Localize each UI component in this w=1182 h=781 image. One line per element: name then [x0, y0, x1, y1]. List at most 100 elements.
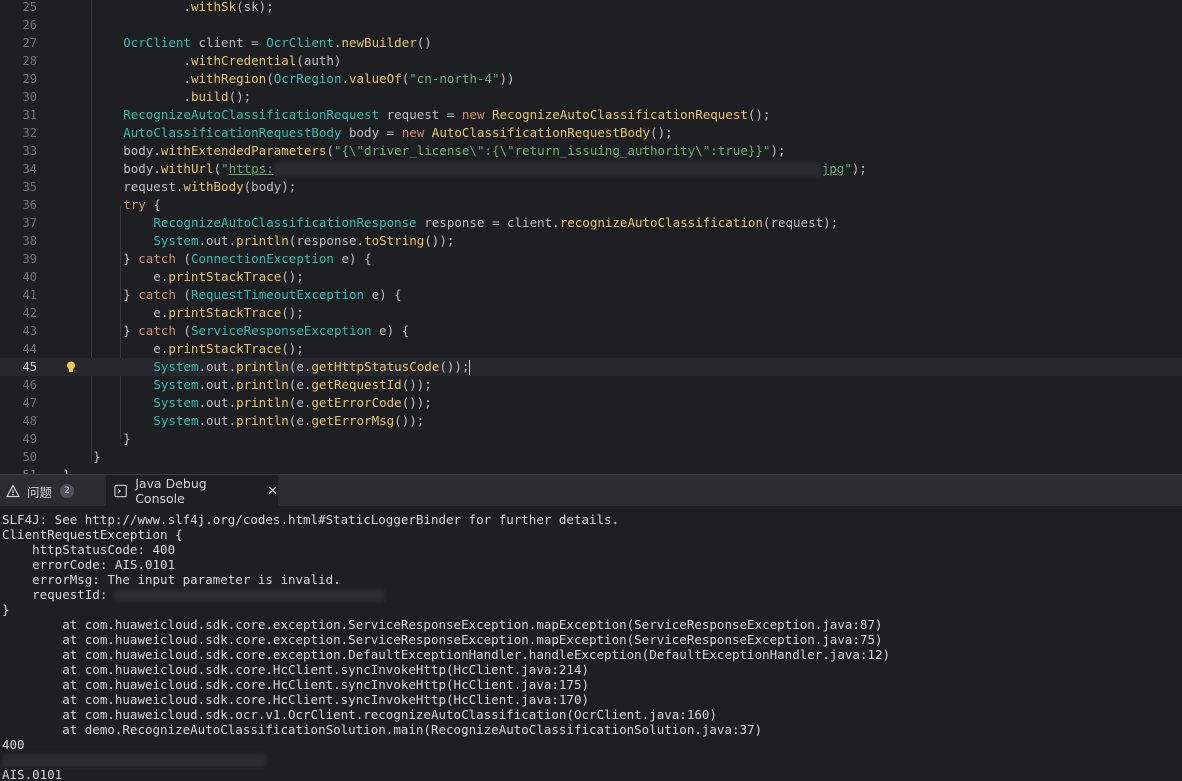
line-number: 43	[22, 324, 37, 338]
console-line	[2, 752, 267, 767]
code-line[interactable]: 43 } catch (ServiceResponseException e) …	[0, 322, 1182, 340]
code-text: AutoClassificationRequestBody body = new…	[123, 125, 673, 140]
line-number: 35	[22, 180, 37, 194]
code-text: try {	[123, 197, 161, 212]
code-text: e.printStackTrace();	[63, 341, 304, 356]
code-text: .withSk(sk);	[63, 0, 274, 14]
line-number: 41	[22, 288, 37, 302]
console-line: ClientRequestException {	[2, 527, 183, 542]
code-line[interactable]: 41 } catch (RequestTimeoutException e) {	[0, 286, 1182, 304]
line-number: 34	[22, 162, 37, 176]
line-number: 28	[22, 54, 37, 68]
code-text: } catch (ConnectionException e) {	[63, 251, 372, 266]
code-text: .withRegion(OcrRegion.valueOf("cn-north-…	[63, 71, 515, 86]
code-line[interactable]: 33 body.withExtendedParameters("{\"drive…	[0, 142, 1182, 160]
code-line[interactable]: 38 System.out.println(response.toString(…	[0, 232, 1182, 250]
line-number: 44	[22, 342, 37, 356]
redacted-value	[2, 754, 267, 767]
console-line: httpStatusCode: 400	[2, 542, 176, 557]
code-text: System.out.println(e.getHttpStatusCode()…	[153, 359, 471, 375]
code-line[interactable]: 35 request.withBody(body);	[0, 178, 1182, 196]
console-line: at demo.RecognizeAutoClassificationSolut…	[2, 722, 763, 737]
line-number: 45	[22, 360, 37, 374]
code-line[interactable]: 30 .build();	[0, 88, 1182, 106]
code-text: OcrClient client = OcrClient.newBuilder(…	[123, 35, 432, 50]
line-number: 46	[22, 378, 37, 392]
line-number: 50	[22, 450, 37, 464]
code-text: e.printStackTrace();	[63, 305, 304, 320]
terminal-icon	[114, 484, 127, 498]
line-number: 25	[22, 0, 37, 14]
code-line[interactable]: 42 e.printStackTrace();	[0, 304, 1182, 322]
code-line[interactable]: 44 e.printStackTrace();	[0, 340, 1182, 358]
console-line: 400	[2, 737, 25, 752]
tab-console-label: Java Debug Console	[135, 476, 207, 506]
console-line: at com.huaweicloud.sdk.ocr.v1.OcrClient.…	[2, 707, 717, 722]
code-text: System.out.println(e.getErrorCode());	[153, 395, 432, 410]
line-number: 38	[22, 234, 37, 248]
console-line: at com.huaweicloud.sdk.core.HcClient.syn…	[2, 677, 589, 692]
close-icon[interactable]: ✕	[267, 484, 278, 499]
code-line[interactable]: 34 body.withUrl("https: jpg");	[0, 160, 1182, 178]
problems-count-badge: 2	[60, 484, 75, 498]
code-editor[interactable]: 25 .withSk(sk); 26 27 OcrClient client = O…	[0, 0, 1182, 474]
code-line[interactable]: 45 System.out.println(e.getHttpStatusCod…	[0, 358, 1182, 376]
console-line: }	[2, 602, 10, 617]
code-text: e.printStackTrace();	[63, 269, 304, 284]
code-line[interactable]: 50 }	[0, 448, 1182, 466]
line-number: 37	[22, 216, 37, 230]
code-line[interactable]: 48 System.out.println(e.getErrorMsg());	[0, 412, 1182, 430]
code-line[interactable]: 49 }	[0, 430, 1182, 448]
code-line[interactable]: 47 System.out.println(e.getErrorCode());	[0, 394, 1182, 412]
code-text: }	[63, 449, 101, 464]
code-text: } catch (RequestTimeoutException e) {	[63, 287, 402, 302]
tab-java-debug-console[interactable]: Java Debug Console ✕	[106, 475, 278, 509]
code-line[interactable]: 37 RecognizeAutoClassificationResponse r…	[0, 214, 1182, 232]
code-line[interactable]: 39 } catch (ConnectionException e) {	[0, 250, 1182, 268]
line-number: 42	[22, 306, 37, 320]
code-line[interactable]: 51}	[0, 466, 1182, 474]
code-line[interactable]: 28 .withCredential(auth)	[0, 52, 1182, 70]
code-line[interactable]: 31 RecognizeAutoClassificationRequest re…	[0, 106, 1182, 124]
panel-tab-bar: 问题 2 Java Debug Console ✕	[0, 474, 1182, 509]
line-number: 39	[22, 252, 37, 266]
code-line[interactable]: 46 System.out.println(e.getRequestId());	[0, 376, 1182, 394]
console-line: errorMsg: The input parameter is invalid…	[2, 572, 341, 587]
debug-console-output[interactable]: SLF4J: See http://www.slf4j.org/codes.ht…	[0, 506, 1182, 781]
code-line[interactable]: 29 .withRegion(OcrRegion.valueOf("cn-nor…	[0, 70, 1182, 88]
redacted-value	[114, 589, 385, 602]
console-line: at com.huaweicloud.sdk.core.exception.Se…	[2, 617, 883, 632]
code-text: System.out.println(e.getErrorMsg());	[153, 413, 425, 428]
console-line: at com.huaweicloud.sdk.core.HcClient.syn…	[2, 692, 589, 707]
code-text: System.out.println(e.getRequestId());	[153, 377, 432, 392]
line-number: 27	[22, 36, 37, 50]
code-text: RecognizeAutoClassificationResponse resp…	[153, 215, 839, 230]
line-number: 51	[0, 466, 37, 474]
code-line[interactable]: 26	[0, 16, 1182, 34]
line-number: 26	[22, 18, 37, 32]
code-text: .build();	[63, 89, 252, 104]
code-text: }	[63, 431, 131, 446]
code-text: .withCredential(auth)	[63, 53, 342, 68]
console-line: AIS.0101	[2, 767, 63, 781]
code-line[interactable]: 27 OcrClient client = OcrClient.newBuild…	[0, 34, 1182, 52]
console-line: at com.huaweicloud.sdk.core.HcClient.syn…	[2, 662, 589, 677]
code-text: body.withExtendedParameters("{\"driver_l…	[63, 143, 786, 158]
code-text: } catch (ServiceResponseException e) {	[63, 323, 410, 338]
code-line[interactable]: 40 e.printStackTrace();	[0, 268, 1182, 286]
code-text: request.withBody(body);	[63, 179, 297, 194]
line-number: 30	[22, 90, 37, 104]
line-number: 32	[22, 126, 37, 140]
code-line[interactable]: 36 try {	[0, 196, 1182, 214]
console-line: at com.huaweicloud.sdk.core.exception.De…	[2, 647, 891, 662]
console-line: requestId:	[2, 587, 385, 602]
code-text: }	[63, 466, 71, 474]
warning-icon	[6, 484, 20, 498]
code-line[interactable]: 32 AutoClassificationRequestBody body = …	[0, 124, 1182, 142]
code-line[interactable]: 25 .withSk(sk);	[0, 0, 1182, 16]
line-number: 48	[22, 414, 37, 428]
line-number: 36	[22, 198, 37, 212]
code-text: System.out.println(response.toString());	[153, 233, 455, 248]
console-line: errorCode: AIS.0101	[2, 557, 176, 572]
tab-problems[interactable]: 问题 2	[0, 475, 104, 507]
